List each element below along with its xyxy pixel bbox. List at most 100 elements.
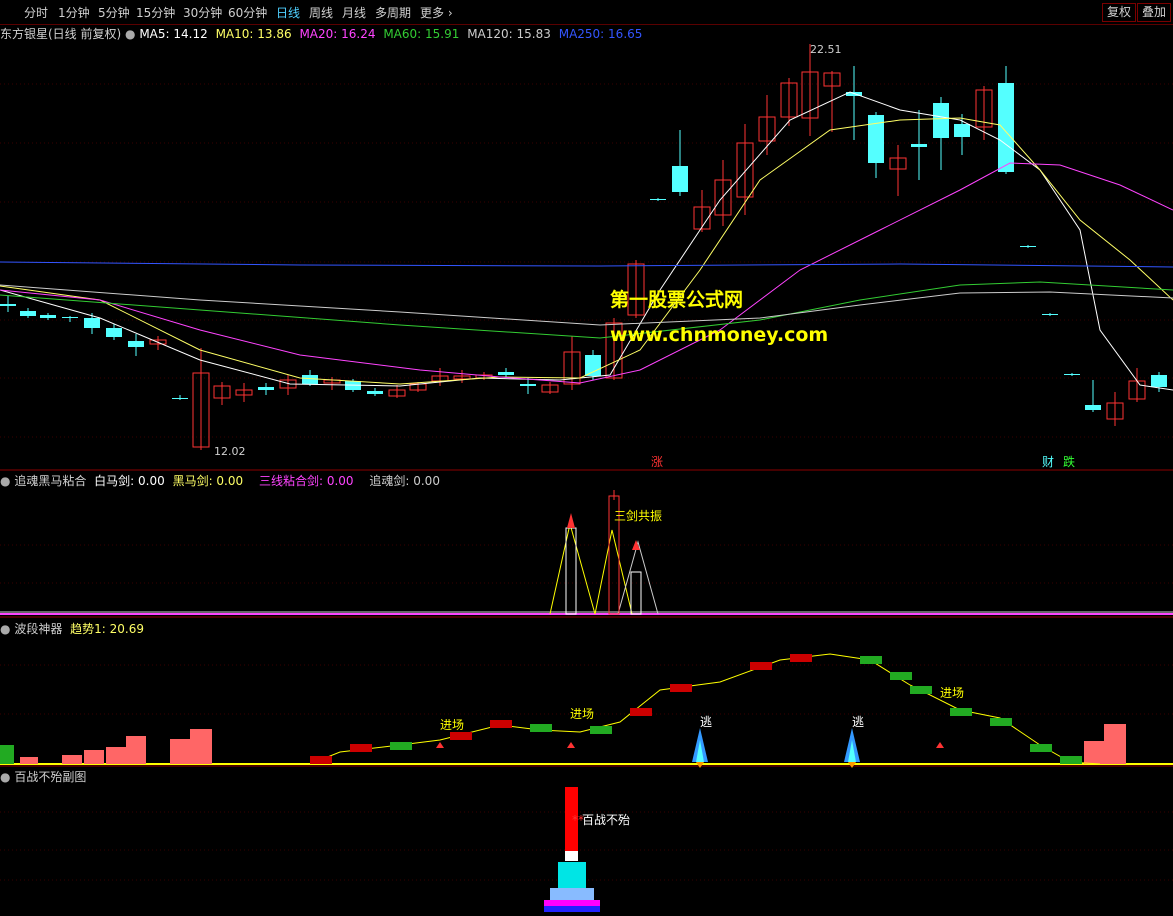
candle-body: [1151, 375, 1167, 387]
black-sword-legend: 黑马剑: 0.00: [172, 474, 244, 488]
panel3-title[interactable]: 波段神器: [14, 622, 62, 636]
ma250-legend: MA250: 16.65: [558, 27, 643, 41]
ma5-line: [0, 91, 1173, 391]
ribbon-segment: [910, 686, 932, 694]
candle-body: [998, 83, 1014, 172]
ma10-legend: MA10: 13.86: [215, 27, 292, 41]
trend-bar: [20, 757, 38, 764]
ma60-legend: MA60: 15.91: [383, 27, 460, 41]
escape-label-1: 逃: [700, 715, 712, 729]
panel3-header: ● 波段神器 趋势1: 20.69: [0, 620, 144, 637]
candle-body: [1042, 314, 1058, 315]
white-sword-legend: 白马剑: 0.00: [94, 474, 165, 488]
high-price-label: 22.51: [810, 43, 842, 56]
panel4-circle-icon[interactable]: ●: [0, 770, 10, 784]
ma120-line: [0, 284, 1173, 326]
ribbon-segment: [490, 720, 512, 728]
settings-circle-icon[interactable]: ●: [125, 27, 135, 41]
ribbon-segment: [890, 672, 912, 680]
stock-title[interactable]: 东方银星(日线 前复权): [0, 27, 121, 41]
ribbon-segment: [530, 724, 552, 732]
ma10-line: [0, 117, 1173, 385]
candle-body: [672, 166, 688, 192]
panel2-circle-icon[interactable]: ●: [0, 474, 10, 488]
panel2-header: ● 追魂黑马粘合 白马剑: 0.00 黑马剑: 0.00 三线粘合剑: 0.00…: [0, 472, 440, 489]
trend-bar: [190, 729, 212, 764]
up-arrow-icon: [436, 742, 444, 748]
candle-body: [128, 341, 144, 347]
trend-line: [309, 653, 1101, 765]
candle-body: [106, 328, 122, 337]
trend-bar: [84, 750, 104, 764]
baizhan-label: 百战不殆: [582, 813, 630, 827]
three-line-sword-legend: 三线粘合剑: 0.00: [258, 474, 354, 488]
baizhan-bar: [544, 900, 600, 906]
ribbon-segment: [860, 656, 882, 664]
ma120-legend: MA120: 15.83: [467, 27, 551, 41]
escape-label-2: 逃: [852, 715, 864, 729]
panel4-title[interactable]: 百战不殆副图: [14, 770, 86, 784]
entry-label-1: 进场: [440, 718, 464, 732]
entry-label-2: 进场: [570, 707, 594, 721]
ribbon-segment: [350, 744, 372, 752]
candle-body: [498, 372, 514, 375]
ribbon-segment: [750, 662, 772, 670]
panel4-header: ● 百战不殆副图: [0, 768, 86, 785]
candle-body: [367, 391, 383, 394]
ribbon-segment: [990, 718, 1012, 726]
trend-bar: [106, 747, 126, 764]
candle-body: [1020, 246, 1036, 247]
trend-bar: [1084, 741, 1104, 764]
candle-body: [258, 387, 274, 390]
panel3-circle-icon[interactable]: ●: [0, 622, 10, 636]
resonance-label: 三剑共振: [614, 508, 662, 523]
watermark-chinese: 第一股票公式网: [610, 288, 743, 311]
up-arrow-icon: [567, 742, 575, 748]
marker-cai: 财: [1042, 455, 1054, 469]
soul-sword-legend: 追魂剑: 0.00: [369, 474, 440, 488]
candle-body: [520, 384, 536, 386]
candle-body: [1064, 374, 1080, 375]
stock-chart-canvas[interactable]: 22.51 12.02 第一股票公式网 www.chnmoney.com 涨 财…: [0, 0, 1173, 916]
candle-body: [20, 311, 36, 316]
ma250-line: [0, 261, 1173, 268]
up-arrow-icon: [936, 742, 944, 748]
ribbon-segment: [390, 742, 412, 750]
main-panel-header: 东方银星(日线 前复权) ● MA5: 14.12 MA10: 13.86 MA…: [0, 25, 642, 42]
candle-body: [302, 375, 318, 384]
ribbon-segment: [670, 684, 692, 692]
baizhan-bar: [565, 851, 578, 861]
sword-peak: [617, 540, 659, 615]
trend-bar: [1104, 724, 1126, 764]
baizhan-bar: [550, 888, 594, 900]
ribbon-segment: [310, 756, 332, 764]
candle-body: [954, 124, 970, 137]
candle-body: [585, 355, 601, 376]
sword-peak: [549, 523, 596, 615]
ribbon-segment: [630, 708, 652, 716]
ma20-legend: MA20: 16.24: [299, 27, 376, 41]
candle-body: [650, 199, 666, 200]
sword-peak: [594, 529, 633, 615]
sword-bar: [630, 571, 642, 615]
baizhan-bar: [558, 862, 586, 888]
candle-body: [1085, 405, 1101, 410]
marker-die: 跌: [1063, 454, 1075, 469]
marker-zhang: 涨: [651, 454, 663, 469]
peak-marker: [567, 513, 575, 528]
watermark-url: www.chnmoney.com: [610, 324, 828, 346]
candle-body: [0, 304, 16, 306]
candle-body: [84, 318, 100, 328]
candlestick-panel[interactable]: [0, 44, 1173, 450]
sword-indicator-panel[interactable]: [0, 490, 1173, 615]
baizhan-bar: [544, 906, 600, 912]
candle-body: [933, 103, 949, 138]
trend-bar: [0, 745, 14, 764]
ma5-legend: MA5: 14.12: [139, 27, 208, 41]
ribbon-segment: [450, 732, 472, 740]
trend-bar: [62, 755, 82, 764]
ribbon-segment: [790, 654, 812, 662]
ribbon-segment: [1060, 756, 1082, 764]
candle-body: [40, 315, 56, 318]
panel2-title[interactable]: 追魂黑马粘合: [14, 474, 86, 488]
